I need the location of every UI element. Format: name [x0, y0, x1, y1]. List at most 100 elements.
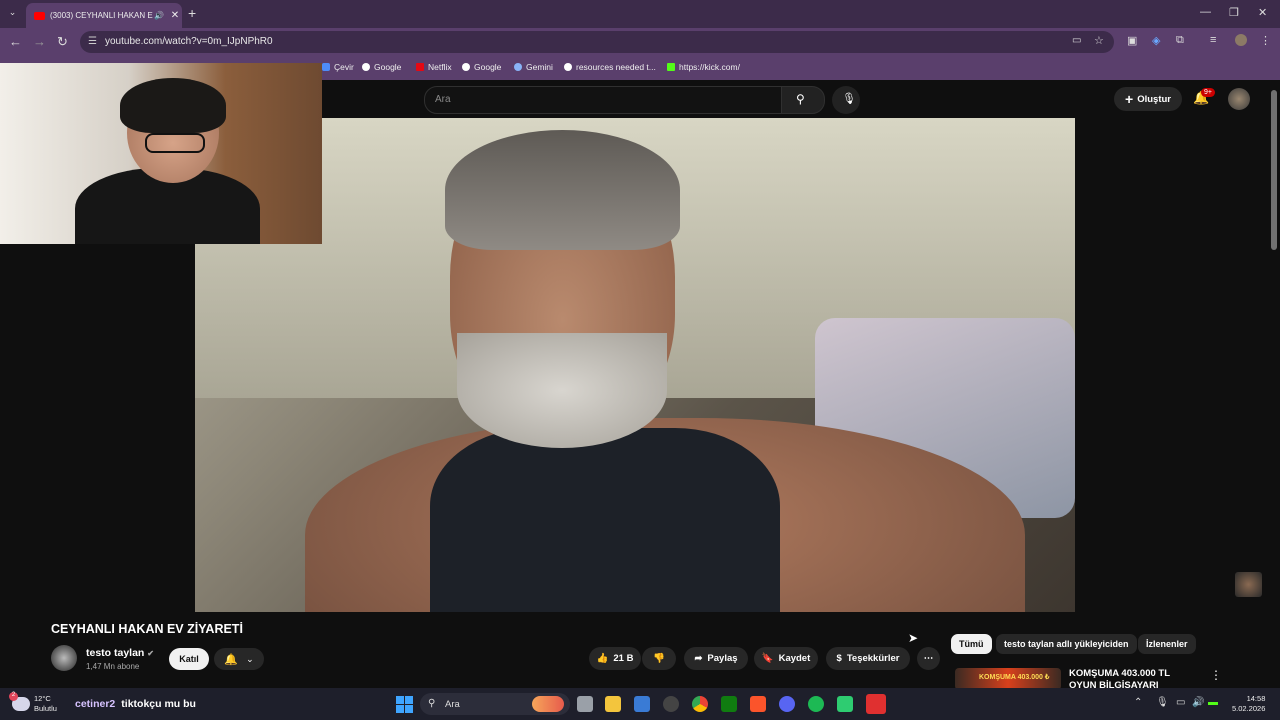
more-actions-button[interactable]: ⋯ — [917, 647, 940, 670]
spotify-icon[interactable] — [808, 696, 824, 712]
recommended-video-title[interactable]: KOMŞUMA 403.000 TL OYUN BİLGİSAYARI TOPL… — [1069, 668, 1199, 688]
back-icon[interactable]: ← — [9, 34, 22, 49]
chip-all[interactable]: Tümü — [951, 634, 992, 654]
media-controls-icon[interactable]: ≡ — [1210, 34, 1216, 46]
minimize-icon[interactable]: — — [1200, 6, 1211, 18]
address-bar[interactable]: ☰ youtube.com/watch?v=0m_IJpNPhR0 ▭ ☆ — [80, 31, 1114, 53]
reload-icon[interactable]: ↻ — [57, 34, 68, 50]
forward-icon[interactable]: → — [33, 34, 46, 49]
restore-icon[interactable]: ❐ — [1229, 6, 1239, 19]
video-frame-beard — [457, 333, 667, 448]
video-title: CEYHANLI HAKAN EV ZİYARETİ — [51, 622, 243, 636]
windows-start-icon[interactable] — [396, 696, 413, 713]
save-button[interactable]: 🔖 Kaydet — [754, 647, 818, 670]
weather-widget[interactable]: 2 12°C Bulutlu — [9, 692, 57, 714]
speaker-icon[interactable]: 🔊 — [154, 11, 164, 20]
gemini-icon — [514, 63, 522, 71]
task-view-icon[interactable] — [577, 696, 593, 712]
close-tab-icon[interactable]: ✕ — [168, 10, 182, 21]
search-highlight-icon — [532, 696, 564, 712]
bookmark-google-2[interactable]: Google — [462, 62, 501, 72]
chevron-down-icon: ⌄ — [246, 653, 254, 664]
file-explorer-icon[interactable] — [605, 696, 621, 712]
channel-avatar[interactable] — [51, 645, 77, 671]
google-icon — [564, 63, 572, 71]
tab-title: (3003) CEYHANLI HAKAN E — [50, 11, 153, 20]
bookmark-netflix[interactable]: Netflix — [416, 62, 452, 72]
chrome-icon[interactable] — [692, 696, 708, 712]
microsoft-store-icon[interactable] — [634, 696, 650, 712]
netflix-icon — [416, 63, 424, 71]
create-button[interactable]: + Oluştur — [1114, 87, 1182, 111]
dislike-button[interactable]: 👎 — [642, 647, 676, 670]
side-avatar-thumbnail[interactable] — [1235, 572, 1262, 597]
volume-icon[interactable]: 🔊 — [1192, 697, 1204, 708]
more-horizontal-icon: ⋯ — [923, 653, 934, 664]
tab-active[interactable]: (3003) CEYHANLI HAKAN E 🔊 ✕ — [26, 3, 182, 28]
browser-tab-strip: ⌄ (3003) CEYHANLI HAKAN E 🔊 ✕ + — ❐ ✕ — [0, 0, 1280, 28]
verified-check-icon: ✔ — [147, 649, 154, 658]
search-button[interactable]: ⚲ — [781, 86, 825, 114]
kick-icon — [667, 63, 675, 71]
join-button[interactable]: Katıl — [169, 648, 209, 670]
voice-search-button[interactable]: 🎙 — [832, 86, 860, 114]
thumbs-up-icon: 👍 — [596, 653, 609, 664]
account-avatar[interactable] — [1228, 88, 1250, 110]
chat-message: tiktokçu mu bu — [121, 698, 196, 710]
search-input[interactable]: Ara — [424, 86, 782, 114]
extension-wave-icon[interactable]: ◈ — [1152, 34, 1160, 47]
webcam-glasses — [145, 133, 205, 153]
tray-app-icon[interactable]: ▬ — [1208, 697, 1218, 708]
menu-kebab-icon[interactable]: ⋮ — [1260, 34, 1271, 47]
recommended-more-icon[interactable]: ⋮ — [1210, 668, 1222, 682]
network-icon[interactable]: ▭ — [1176, 697, 1185, 708]
brave-icon[interactable] — [750, 696, 766, 712]
tab-search-icon[interactable]: ⌄ — [5, 7, 20, 21]
channel-name[interactable]: testo taylan ✔ — [86, 647, 154, 659]
speedometer-icon[interactable] — [663, 696, 679, 712]
bookmark-google-1[interactable]: Google — [362, 62, 401, 72]
dollar-heart-icon: $ — [836, 653, 842, 664]
close-window-icon[interactable]: ✕ — [1258, 6, 1267, 19]
xbox-icon[interactable] — [721, 696, 737, 712]
video-frame-shirt — [430, 428, 780, 612]
subscriber-count: 1,47 Mn abone — [86, 662, 140, 671]
bookmark-icon: 🔖 — [761, 653, 774, 664]
chip-watched[interactable]: İzlenenler — [1138, 634, 1196, 654]
bookmark-resources[interactable]: resources needed t... — [564, 62, 656, 72]
notification-badge: 9+ — [1201, 88, 1215, 97]
tray-chevron-icon[interactable]: ⌃ — [1134, 697, 1142, 708]
taskbar-search[interactable]: ⚲ Ara — [420, 693, 570, 715]
search-icon: ⚲ — [428, 698, 436, 709]
discord-icon[interactable] — [779, 696, 795, 712]
bookmark-gemini[interactable]: Gemini — [514, 62, 553, 72]
tray-mic-icon[interactable]: 🎙 — [1156, 697, 1169, 708]
share-button[interactable]: ➦ Paylaş — [684, 647, 748, 670]
like-button[interactable]: 👍 21 B — [589, 647, 641, 670]
system-clock[interactable]: 14:58 5.02.2026 — [1232, 694, 1265, 714]
extensions-puzzle-icon[interactable]: ⧉ — [1176, 34, 1184, 47]
thanks-button[interactable]: $ Teşekkürler — [826, 647, 910, 670]
microphone-icon: 🎙 — [842, 93, 856, 105]
bell-icon: 🔔 — [224, 653, 239, 666]
cast-icon[interactable]: ▭ — [1072, 35, 1081, 46]
extension-icon[interactable]: ▣ — [1127, 34, 1137, 47]
video-player[interactable] — [195, 118, 1075, 612]
chip-from-uploader[interactable]: testo taylan adlı yükleyiciden — [996, 634, 1137, 654]
new-tab-button[interactable]: + — [188, 5, 196, 21]
recommended-video-thumbnail[interactable]: KOMŞUMA 403.000 ₺ — [955, 668, 1061, 690]
chat-overlay: cetiner2 tiktokçu mu bu — [75, 698, 196, 710]
bookmark-kick[interactable]: https://kick.com/ — [667, 62, 740, 72]
bookmark-star-icon[interactable]: ☆ — [1094, 34, 1104, 47]
search-icon: ⚲ — [796, 92, 805, 106]
subscription-bell-button[interactable]: 🔔 ⌄ — [214, 648, 264, 670]
site-info-icon[interactable]: ☰ — [88, 36, 97, 47]
google-icon — [362, 63, 370, 71]
url-text: youtube.com/watch?v=0m_IJpNPhR0 — [105, 36, 273, 47]
mouse-cursor-icon: ➤ — [908, 631, 919, 645]
profile-avatar-icon[interactable] — [1235, 34, 1247, 46]
app-red-icon[interactable] — [866, 694, 886, 714]
bookmark-translate[interactable]: Çevir — [322, 62, 354, 72]
page-scrollbar[interactable] — [1271, 90, 1277, 250]
app-green-icon[interactable] — [837, 696, 853, 712]
